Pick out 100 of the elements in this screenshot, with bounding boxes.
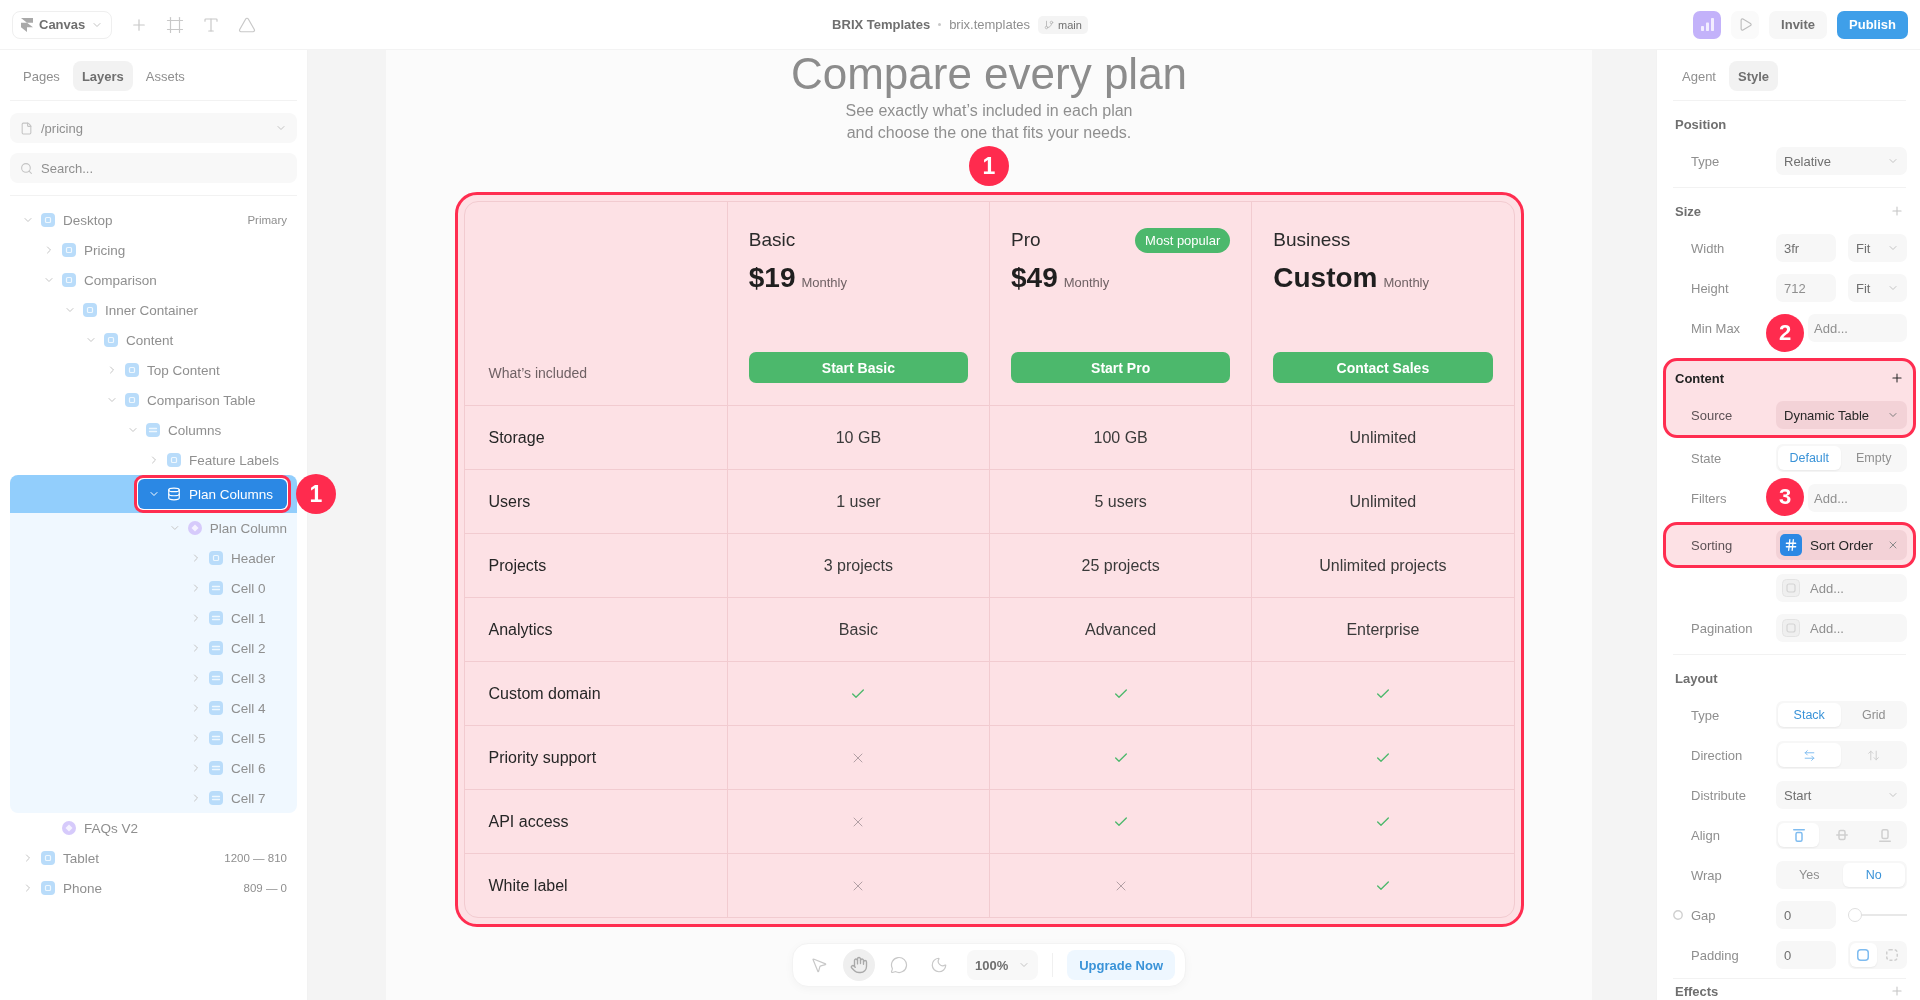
invite-button[interactable]: Invite [1769,10,1828,39]
dropdown[interactable]: Fit [1848,274,1907,302]
layer-item[interactable]: Content [10,325,297,355]
layer-item[interactable]: Plan Column [10,513,297,543]
feature-label: Projects [464,533,727,597]
segment-option[interactable] [1850,943,1877,967]
frame-icon [62,243,76,257]
add-input[interactable]: Add... [1810,580,1890,596]
panel-tab[interactable]: Agent [1673,61,1725,91]
segment-option[interactable] [1778,823,1819,847]
table-cell: Unlimited [1251,405,1514,469]
segment-option[interactable]: Stack [1778,703,1841,727]
text-icon[interactable] [202,15,221,34]
layer-item[interactable]: Desktop Primary [10,205,297,235]
property-label: Filters [1691,490,1727,506]
plus-icon[interactable] [1890,371,1904,385]
selected-layer-label[interactable]: Plan Columns [138,479,288,509]
search-box[interactable]: Search... [10,153,297,183]
segment-option[interactable]: No [1842,863,1905,887]
dropdown[interactable]: Dynamic Table [1776,401,1907,429]
layer-item[interactable]: Cell 7 [10,783,297,813]
sort-chip[interactable]: Sort Order [1776,530,1907,560]
chart-button[interactable] [1693,10,1722,39]
plus-icon[interactable] [1890,204,1904,218]
dropdown[interactable]: Relative [1776,147,1907,175]
page-select[interactable]: /pricing [10,113,297,143]
segment-option[interactable]: Empty [1842,446,1905,470]
segment-option[interactable]: Yes [1778,863,1841,887]
close-icon[interactable] [1887,539,1899,551]
triangle-icon[interactable] [238,15,257,34]
stack-icon [209,791,223,805]
plan-cta-button[interactable]: Start Pro [1011,352,1231,383]
preview-button[interactable] [1731,10,1760,39]
plan-cta-button[interactable]: Contact Sales [1273,352,1493,383]
layer-item[interactable]: Header [10,543,297,573]
segment-option[interactable] [1778,743,1841,767]
circle-icon [1673,910,1683,920]
feature-label: Custom domain [464,661,727,725]
publish-button[interactable]: Publish [1837,10,1908,39]
branch-chip[interactable]: main [1038,15,1088,34]
tool-button[interactable] [842,949,875,981]
segment-option[interactable]: Default [1778,446,1841,470]
layer-item[interactable]: Comparison Table [10,385,297,415]
value-field[interactable]: 3fr [1776,234,1836,262]
layer-item[interactable]: Inner Container [10,295,297,325]
layer-item[interactable]: Cell 5 [10,723,297,753]
layer-item[interactable]: FAQs V2 [10,813,297,843]
add-field[interactable]: Add... [1808,484,1907,512]
feature-label: Analytics [464,597,727,661]
segment-option[interactable]: Grid [1842,703,1905,727]
play-icon [1737,17,1753,32]
canvas-menu-button[interactable]: Canvas [12,10,113,39]
layer-item[interactable]: Pricing [10,235,297,265]
layer-item[interactable]: Cell 4 [10,693,297,723]
dropdown[interactable]: Fit [1848,234,1907,262]
layer-item[interactable]: Cell 0 [10,573,297,603]
callout-number: 2 [1766,314,1804,352]
billing-period: Monthly [1063,275,1110,290]
plan-cta-button[interactable]: Start Basic [748,352,968,383]
layer-item[interactable]: Phone 809 — 0 [10,873,297,903]
layer-item[interactable]: Top Content [10,355,297,385]
layer-item[interactable]: Feature Labels [10,445,297,475]
property-label: Type [1691,153,1720,169]
popular-badge: Most popular [1135,227,1231,253]
panel-tab[interactable]: Style [1729,61,1779,91]
layer-item[interactable]: Cell 3 [10,663,297,693]
layer-item[interactable]: Comparison [10,265,297,295]
arrows-horizontal-icon [1802,748,1816,762]
layer-item[interactable]: Cell 6 [10,753,297,783]
add-field[interactable]: Add... [1808,314,1907,342]
add-input[interactable]: Add... [1810,620,1890,636]
frame-icon[interactable] [166,15,185,34]
value-field[interactable]: 712 [1776,274,1836,302]
moon-icon [929,956,948,974]
value-field[interactable]: 0 [1776,901,1836,929]
dropdown[interactable]: Start [1776,781,1907,809]
picker-field[interactable]: Add... [1776,614,1907,642]
project-domain: brix.templates [949,17,1031,32]
feature-label: Users [464,469,727,533]
layer-item[interactable]: Columns [10,415,297,445]
search-field[interactable]: Search... [41,160,161,176]
table-cell: Unlimited [1251,469,1514,533]
zoom-select[interactable]: 100% [966,950,1039,980]
layer-meta: Primary [247,214,287,226]
stack-icon [209,671,223,685]
panel-tab[interactable]: Pages [14,61,69,91]
layer-item[interactable]: Cell 1 [10,603,297,633]
upgrade-button[interactable]: Upgrade Now [1067,950,1175,980]
frame-icon [209,551,223,565]
slider-thumb[interactable] [1848,908,1862,922]
value-field[interactable]: 0 [1776,941,1836,969]
layer-item[interactable]: Tablet 1200 — 810 [10,843,297,873]
layer-item[interactable]: Cell 2 [10,633,297,663]
plus-icon[interactable] [1890,984,1904,998]
picker-field[interactable]: Add... [1776,574,1907,602]
panel-tab[interactable]: Layers [72,61,133,91]
panel-tab[interactable]: Assets [136,61,194,91]
callout-number: 1 [296,474,336,514]
property-label: Gap [1691,907,1716,923]
table-cell: Advanced [989,597,1252,661]
